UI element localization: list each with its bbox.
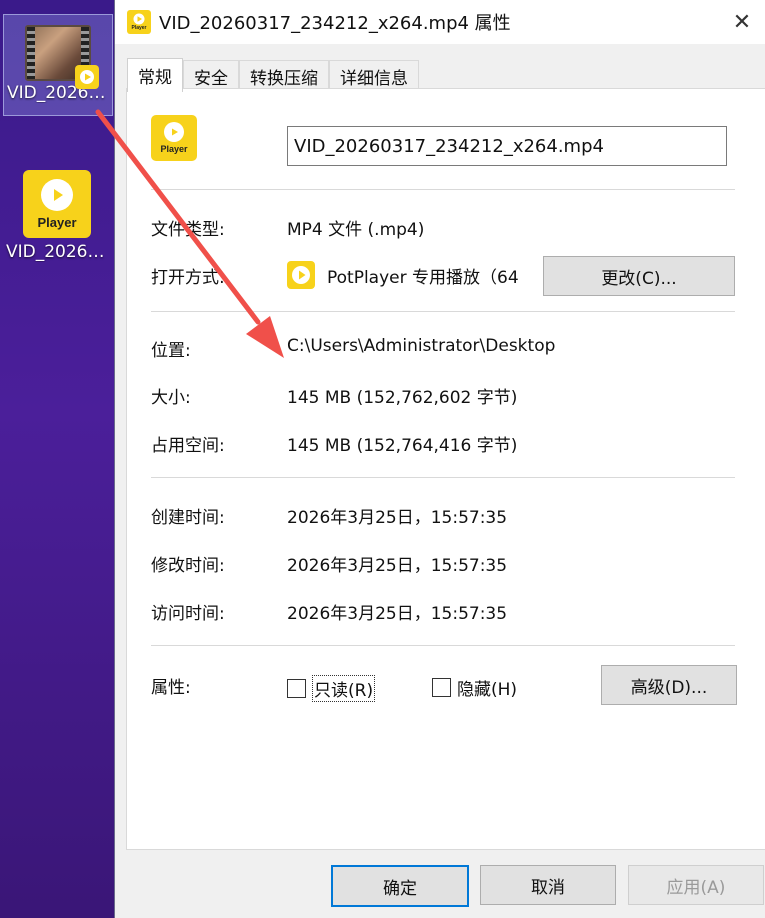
file-type-icon: Player	[151, 115, 197, 161]
hidden-checkbox[interactable]: 隐藏(H)	[432, 675, 517, 700]
separator	[151, 311, 735, 312]
hidden-checkbox-label[interactable]: 隐藏(H)	[457, 675, 517, 700]
potplayer-icon-text: Player	[37, 214, 77, 230]
potplayer-badge-icon	[75, 65, 99, 89]
hidden-checkbox-box[interactable]	[432, 678, 451, 697]
desktop-icon-video-x264[interactable]: VID_20260317_234212_x264.mp4	[3, 14, 113, 116]
modified-value: 2026年3月25日，15:57:35	[287, 556, 508, 576]
tab-details[interactable]: 详细信息	[329, 60, 419, 91]
tab-general[interactable]: 常规	[127, 58, 183, 92]
size-on-disk-label: 占用空间:	[151, 436, 225, 456]
tab-bar: 常规 安全 转换压缩 详细信息	[127, 58, 419, 92]
separator	[151, 645, 735, 646]
modified-label: 修改时间:	[151, 556, 225, 576]
location-label: 位置:	[151, 341, 191, 361]
desktop-icon-label: VID_20260317_234212.mp4	[6, 242, 111, 262]
accessed-label: 访问时间:	[151, 604, 225, 624]
potplayer-title-icon: Player	[127, 10, 151, 34]
created-label: 创建时间:	[151, 508, 225, 528]
general-panel: Player 文件类型: MP4 文件 (.mp4) 打开方式: PotPlay…	[126, 88, 765, 850]
file-icon-text: Player	[160, 144, 188, 154]
file-type-value: MP4 文件 (.mp4)	[287, 220, 425, 240]
size-label: 大小:	[151, 388, 191, 408]
close-icon[interactable]: ✕	[728, 8, 756, 36]
desktop-icon-video[interactable]: Player VID_20260317_234212.mp4	[3, 164, 111, 268]
size-on-disk-value: 145 MB (152,764,416 字节)	[287, 436, 518, 456]
open-with-value: PotPlayer 专用播放（64	[327, 268, 519, 288]
dialog-title: VID_20260317_234212_x264.mp4 属性	[159, 13, 511, 34]
location-value: C:\Users\Administrator\Desktop	[287, 336, 556, 356]
readonly-checkbox-box[interactable]	[287, 679, 306, 698]
advanced-button[interactable]: 高级(D)...	[601, 665, 737, 705]
apply-button[interactable]: 应用(A)	[628, 865, 764, 905]
ok-button[interactable]: 确定	[331, 865, 469, 907]
potplayer-app-icon	[287, 261, 315, 289]
file-type-label: 文件类型:	[151, 220, 225, 240]
size-value: 145 MB (152,762,602 字节)	[287, 388, 518, 408]
separator	[151, 189, 735, 190]
change-button[interactable]: 更改(C)...	[543, 256, 735, 296]
cancel-button[interactable]: 取消	[480, 865, 616, 905]
readonly-checkbox-label[interactable]: 只读(R)	[312, 675, 376, 702]
file-name-input[interactable]	[287, 126, 727, 166]
separator	[151, 477, 735, 478]
title-icon-text: Player	[131, 25, 147, 31]
properties-dialog: Player VID_20260317_234212_x264.mp4 属性 ✕…	[114, 0, 765, 918]
created-value: 2026年3月25日，15:57:35	[287, 508, 508, 528]
title-bar[interactable]: Player VID_20260317_234212_x264.mp4 属性 ✕	[115, 0, 765, 44]
accessed-value: 2026年3月25日，15:57:35	[287, 604, 508, 624]
potplayer-file-icon: Player	[23, 170, 91, 238]
video-thumbnail-icon	[25, 25, 99, 89]
readonly-checkbox[interactable]: 只读(R)	[287, 675, 376, 702]
tab-security[interactable]: 安全	[183, 60, 239, 91]
open-with-label: 打开方式:	[151, 268, 225, 288]
attributes-label: 属性:	[151, 678, 191, 698]
tab-convert-compress[interactable]: 转换压缩	[239, 60, 329, 91]
